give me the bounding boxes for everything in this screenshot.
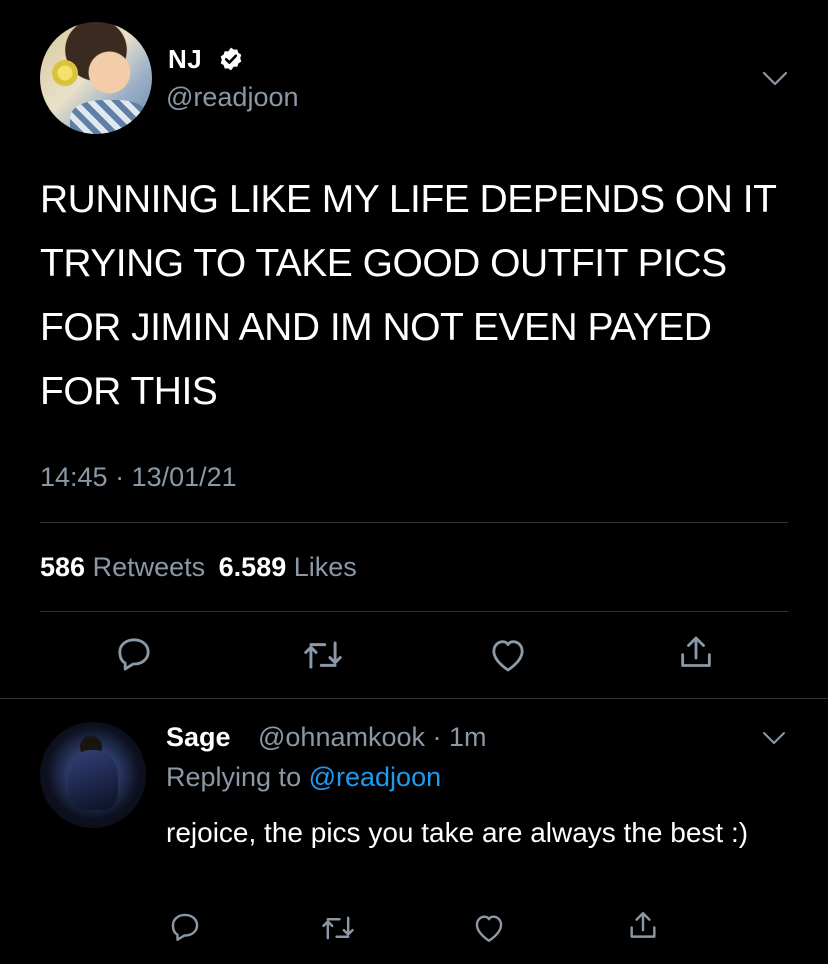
avatar-figure-body [68, 750, 118, 810]
likes-label[interactable]: Likes [294, 552, 357, 582]
share-icon[interactable] [676, 632, 716, 674]
tweet-stats: 586 Retweets 6.589 Likes [40, 552, 357, 583]
author-handle[interactable]: @readjoon [166, 82, 299, 113]
divider [40, 611, 788, 612]
reply-author-avatar[interactable] [40, 722, 146, 828]
reply-author-handle[interactable]: @ohnamkook · 1m [258, 722, 487, 753]
like-icon[interactable] [472, 912, 506, 944]
retweet-icon[interactable] [320, 912, 356, 944]
reply-author-name[interactable]: Sage [166, 722, 231, 753]
chevron-down-icon[interactable] [762, 730, 786, 746]
shirt-decoration [70, 100, 150, 134]
share-icon[interactable] [626, 908, 660, 944]
replying-to: Replying to @readjoon [166, 762, 441, 793]
replying-to-prefix: Replying to [166, 762, 302, 792]
divider [40, 522, 788, 523]
author-avatar[interactable] [40, 22, 152, 134]
retweet-icon[interactable] [302, 636, 344, 674]
retweets-count[interactable]: 586 [40, 552, 85, 582]
tweet-timestamp: 14:45 · 13/01/21 [40, 462, 237, 492]
chevron-down-icon[interactable] [762, 70, 788, 88]
tweet-text: RUNNING LIKE MY LIFE DEPENDS ON IT TRYIN… [40, 178, 776, 413]
like-icon[interactable] [488, 636, 528, 674]
author-name[interactable]: NJ [168, 44, 202, 75]
verified-badge-icon [220, 47, 242, 71]
replying-to-mention[interactable]: @readjoon [309, 762, 442, 792]
likes-count[interactable]: 6.589 [219, 552, 287, 582]
flower-decoration [52, 60, 78, 86]
reply-icon[interactable] [168, 910, 202, 944]
reply-icon[interactable] [114, 634, 154, 674]
reply-text: rejoice, the pics you take are always th… [166, 817, 749, 848]
retweets-label[interactable]: Retweets [93, 552, 206, 582]
divider [0, 698, 828, 699]
